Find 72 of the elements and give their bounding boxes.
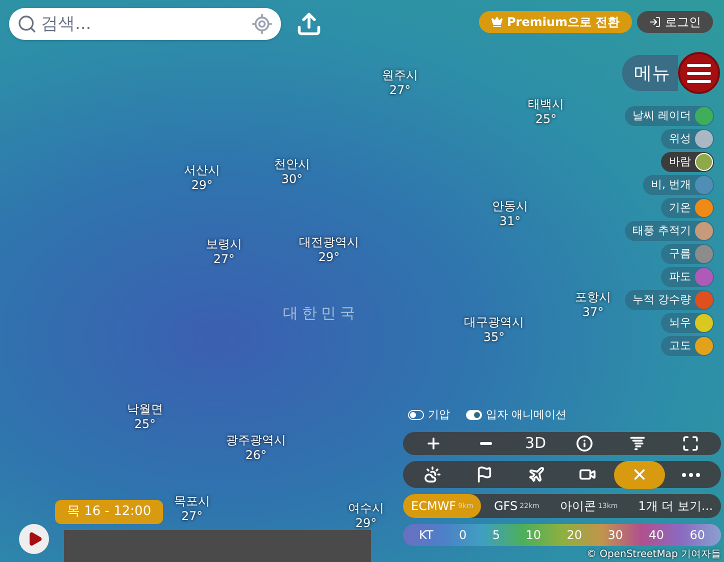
city-temperature: 35° (483, 330, 505, 345)
city-name: 낙월면 (127, 402, 163, 417)
locate-icon[interactable] (251, 13, 273, 35)
legend-tick: 30 (608, 527, 623, 544)
city-temperature: 29° (355, 516, 377, 531)
city-name: 광주광역시 (226, 433, 286, 448)
city-name: 서산시 (184, 163, 220, 178)
city-temperature: 30° (281, 172, 303, 187)
plane-icon (528, 466, 545, 483)
toggle-label: 입자 애니메이션 (486, 407, 566, 423)
crown-icon (491, 16, 503, 28)
search-field[interactable]: 검색... (9, 8, 281, 40)
toggle-switch[interactable] (408, 410, 424, 420)
login-icon (649, 16, 661, 28)
city-name: 포항시 (575, 290, 611, 305)
attribution-text: © OpenStreetMap 기여자들 (586, 548, 721, 562)
legend-tick: 5 (492, 527, 500, 544)
city-name: 천안시 (274, 157, 310, 172)
legend-unit: KT (419, 527, 434, 544)
city-name: 안동시 (492, 199, 528, 214)
fullscreen-icon (682, 435, 700, 452)
legend-tick: 10 (526, 527, 541, 544)
info-icon (576, 435, 594, 452)
minus-icon (480, 442, 492, 445)
menu-button[interactable]: 메뉴 (622, 55, 678, 91)
search-icon (17, 14, 37, 34)
city-temperature: 27° (389, 83, 411, 98)
city-temperature: 37° (582, 305, 604, 320)
city-name: 대구광역시 (464, 315, 524, 330)
time-bubble: 목 16 - 12:00 (55, 500, 164, 524)
more-icon (682, 472, 700, 476)
country-name: 대한민국 (283, 303, 359, 324)
city-name: 목포시 (174, 494, 210, 509)
share-icon[interactable] (296, 11, 322, 37)
city-temperature: 27° (181, 509, 203, 524)
layer-item[interactable]: 날씨 레이더 (624, 106, 714, 126)
layer-item[interactable]: 위성 (661, 129, 714, 149)
city-name: 대전광역시 (299, 235, 359, 250)
city-temperature: 25° (134, 417, 156, 432)
layer-item[interactable]: 비, 번개 (643, 175, 714, 195)
city-temperature: 29° (318, 250, 340, 265)
close-button[interactable] (614, 460, 666, 488)
city-temperature: 31° (499, 214, 521, 229)
cloud-sun-icon (424, 466, 442, 483)
layer-item[interactable]: 고도 (661, 336, 714, 356)
login-button[interactable]: 로그인 (637, 11, 713, 33)
legend-tick: 60 (690, 527, 705, 544)
city-temperature: 26° (245, 448, 267, 463)
layer-item[interactable]: 기온 (661, 198, 714, 218)
layer-item[interactable]: 누적 강수량 (624, 290, 714, 310)
city-name: 보령시 (206, 237, 242, 252)
legend-tick: 40 (648, 527, 664, 544)
city-temperature: 27° (213, 252, 235, 267)
layer-item[interactable]: 뇌우 (661, 313, 714, 333)
city-temperature: 29° (191, 178, 213, 193)
city-name: 여수시 (348, 501, 384, 516)
layer-item[interactable]: 구름 (661, 244, 714, 264)
city-temperature: 25° (535, 112, 557, 127)
toggle-label: 기압 (428, 407, 450, 423)
flag-icon (476, 466, 493, 483)
toggle-switch[interactable] (466, 410, 482, 420)
city-name: 태백시 (528, 97, 564, 112)
3d-button[interactable]: 3D (512, 430, 558, 458)
layer-item[interactable]: 바람 (661, 152, 714, 172)
plus-icon (424, 435, 442, 452)
model-tab[interactable]: 1개 더 보기... (630, 494, 721, 518)
layer-item[interactable]: 태풍 추적기 (624, 221, 714, 241)
city-name: 원주시 (382, 68, 418, 83)
layer-item[interactable]: 파도 (661, 267, 714, 287)
play-icon (27, 531, 43, 547)
legend-tick: 20 (566, 527, 582, 544)
legend-tick: 0 (459, 527, 467, 544)
